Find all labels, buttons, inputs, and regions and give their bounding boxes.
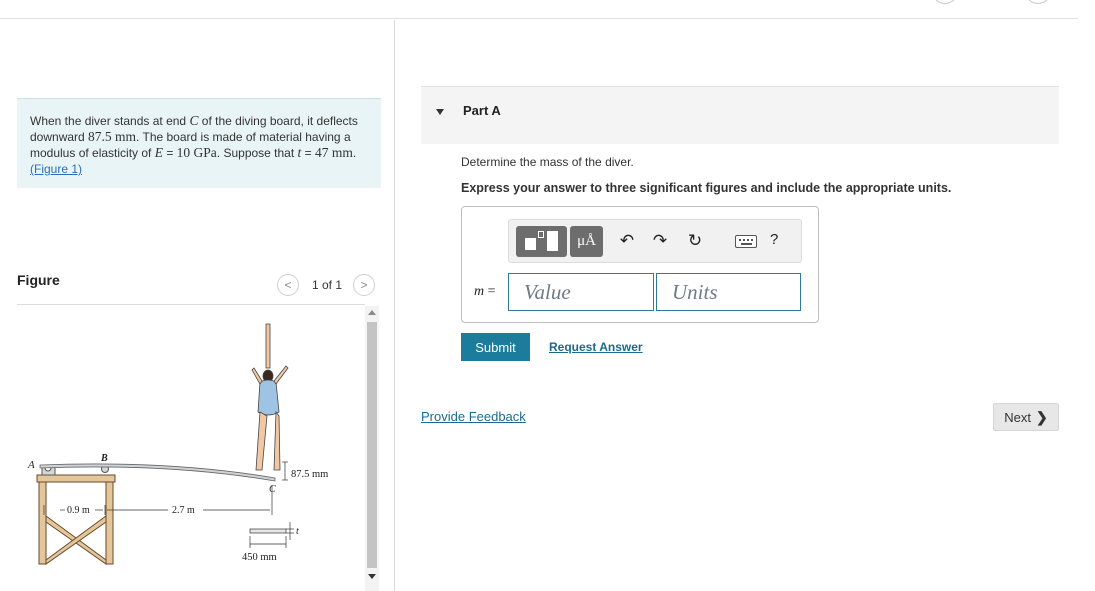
label-a: A — [27, 459, 35, 471]
figure-link[interactable]: (Figure 1) — [30, 162, 82, 176]
problem-text: = — [162, 146, 177, 160]
figure-pager: < 1 of 1 > — [277, 274, 376, 296]
label-span-bc: 2.7 m — [172, 505, 195, 516]
scroll-up-arrow-icon[interactable] — [368, 310, 376, 315]
label-thickness: t — [296, 526, 299, 537]
header-circle-button[interactable] — [1025, 0, 1051, 4]
label-b: B — [100, 453, 108, 464]
support-frame — [36, 474, 116, 565]
redo-icon[interactable]: ↷ — [650, 230, 670, 252]
figure-page-count: 1 of 1 — [312, 278, 343, 292]
panel-divider — [394, 20, 395, 591]
scroll-down-arrow-icon[interactable] — [368, 574, 376, 579]
answer-entry-box: μÅ ↶ ↷ ↻ ? m = Value Units — [461, 206, 819, 323]
question-text: Determine the mass of the diver. — [461, 155, 634, 169]
template-icon — [547, 231, 558, 251]
help-icon[interactable]: ? — [770, 231, 778, 248]
deflection-value: 87.5 mm — [88, 129, 137, 144]
deflection-dimension — [282, 461, 288, 481]
provide-feedback-link[interactable]: Provide Feedback — [421, 409, 526, 424]
request-answer-link[interactable]: Request Answer — [549, 340, 643, 354]
figure-scrollbar[interactable] — [365, 306, 379, 591]
template-icon — [525, 238, 536, 250]
value-input[interactable]: Value — [508, 273, 654, 311]
modulus-symbol: E — [154, 145, 163, 160]
thickness-value: 47 mm — [314, 145, 353, 160]
next-figure-button[interactable]: > — [353, 274, 376, 296]
submit-button[interactable]: Submit — [461, 333, 530, 361]
chevron-right-icon: ❯ — [1036, 408, 1048, 425]
next-button[interactable]: Next ❯ — [993, 403, 1059, 431]
label-width: 450 mm — [242, 552, 277, 563]
units-input[interactable]: Units — [656, 273, 801, 311]
modulus-value: 10 GPa — [176, 145, 217, 160]
label-span-ab: 0.9 m — [67, 505, 90, 516]
label-c: C — [269, 484, 276, 495]
header-circle-button[interactable] — [932, 0, 958, 4]
problem-text: . Suppose that — [216, 146, 298, 160]
board-cross-section — [249, 522, 294, 548]
problem-statement: When the diver stands at end C of the di… — [17, 98, 381, 188]
figure-heading: Figure — [17, 272, 60, 288]
keyboard-icon[interactable] — [735, 235, 757, 248]
answer-variable-label: m = — [474, 284, 496, 300]
figure-divider — [17, 304, 365, 305]
next-button-label: Next — [1004, 409, 1031, 425]
problem-text: = — [301, 146, 315, 160]
reset-icon[interactable]: ↻ — [685, 230, 705, 252]
problem-text: When the diver stands at end — [30, 114, 190, 128]
part-title: Part A — [463, 103, 501, 118]
undo-icon[interactable]: ↶ — [617, 230, 637, 252]
problem-text: . — [352, 146, 357, 160]
collapse-caret-icon[interactable] — [436, 109, 444, 115]
units-button[interactable]: μÅ — [570, 226, 603, 257]
prev-figure-button[interactable]: < — [277, 274, 299, 296]
part-a-header[interactable]: Part A — [421, 86, 1059, 144]
template-icon — [538, 231, 544, 238]
templates-button[interactable] — [516, 226, 567, 257]
header-divider — [0, 18, 1078, 19]
label-deflection: 87.5 mm — [291, 469, 328, 480]
variable-symbol: m — [474, 284, 485, 299]
diver-figure — [251, 323, 289, 471]
equals-sign: = — [484, 284, 496, 299]
math-toolbar: μÅ ↶ ↷ ↻ ? — [508, 219, 802, 263]
answer-instructions: Express your answer to three significant… — [461, 181, 952, 195]
scroll-thumb[interactable] — [367, 322, 377, 568]
diving-board-figure: A B C 87.5 mm 0.9 m 2.7 m t 450 mm — [27, 323, 328, 565]
